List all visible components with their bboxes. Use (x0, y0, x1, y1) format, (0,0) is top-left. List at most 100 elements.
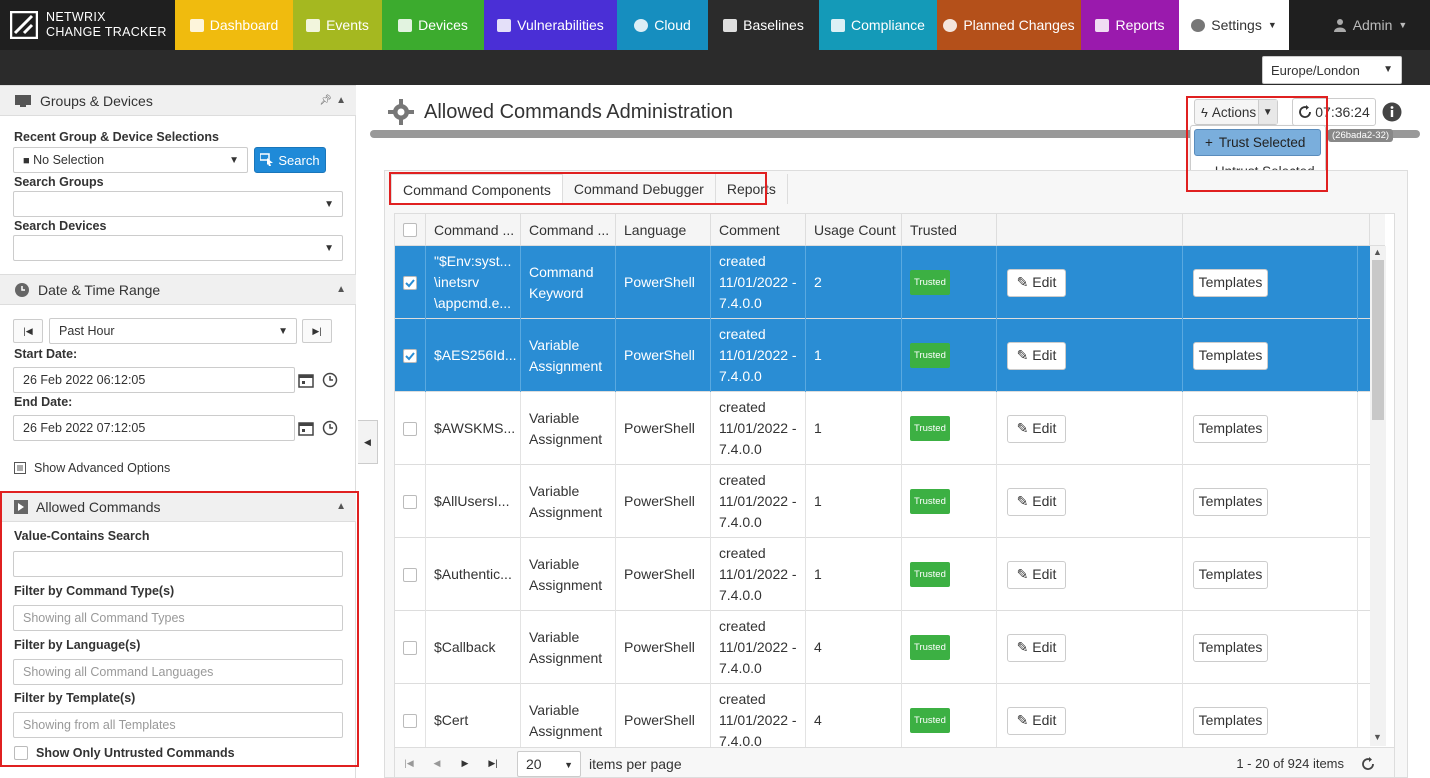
table-row[interactable]: $AWSKMS... Variable Assignment PowerShell c… (395, 392, 1370, 465)
recent-selections-select[interactable]: ■ No Selection ▼ (13, 147, 248, 173)
search-button[interactable]: Search (254, 147, 326, 173)
nav-tab-baselines[interactable]: Baselines (708, 0, 819, 50)
tab-command-debugger[interactable]: Command Debugger (562, 174, 716, 204)
calendar-icon[interactable] (298, 372, 314, 388)
end-date-input[interactable]: 26 Feb 2022 07:12:05 (13, 415, 295, 441)
start-date-input[interactable]: 26 Feb 2022 06:12:05 (13, 367, 295, 393)
clock-icon[interactable] (322, 372, 338, 388)
edit-button[interactable]: ✎ Edit (1007, 487, 1066, 516)
actions-main[interactable]: ϟ Actions (1195, 105, 1258, 120)
pin-icon[interactable]: 📌︎ (319, 95, 332, 106)
nav-tab-vulnerabilities[interactable]: Vulnerabilities (484, 0, 617, 50)
collapse-icon[interactable]: ▲ (336, 501, 346, 512)
tab-strip: Command Components Command Debugger Repo… (391, 174, 788, 206)
edit-button[interactable]: ✎ Edit (1007, 706, 1066, 735)
column-header[interactable] (1183, 214, 1370, 246)
info-icon[interactable] (1382, 102, 1402, 122)
refresh-clock-button[interactable]: 07:36:24 (1292, 98, 1376, 126)
row-checkbox[interactable] (403, 421, 417, 436)
first-page-button[interactable]: |◀ (395, 752, 423, 776)
row-checkbox[interactable] (403, 348, 417, 363)
collapse-panel-button[interactable]: ◀ (358, 420, 378, 464)
column-header[interactable]: Comment (711, 214, 806, 246)
table-row[interactable]: $Authentic... Variable Assignment PowerShe… (395, 538, 1370, 611)
table-row[interactable]: $Callback Variable Assignment PowerShell cr… (395, 611, 1370, 684)
nav-tab-devices[interactable]: Devices (382, 0, 484, 50)
row-checkbox[interactable] (403, 713, 417, 728)
value-search-input[interactable] (13, 551, 343, 577)
scroll-down-icon[interactable]: ▼ (1373, 732, 1382, 742)
nav-tab-events[interactable]: Events (293, 0, 382, 50)
edit-button[interactable]: ✎ Edit (1007, 633, 1066, 662)
column-header[interactable]: Usage Count (806, 214, 902, 246)
next-page-button[interactable]: ▶ (451, 752, 479, 776)
column-header[interactable] (997, 214, 1183, 246)
table-row[interactable]: "$Env:syst... \inetsrv \appcmd.e... Comma… (395, 246, 1370, 319)
scroll-up-icon[interactable]: ▲ (1373, 247, 1382, 257)
trust-selected-item[interactable]: + Trust Selected (1194, 129, 1321, 156)
page-size-label: items per page (589, 755, 682, 772)
tab-command-components[interactable]: Command Components (391, 174, 563, 204)
row-checkbox[interactable] (403, 494, 417, 509)
admin-menu[interactable]: Admin ▼ (1310, 0, 1430, 50)
allowed-commands-header[interactable]: Allowed Commands ▲ (0, 491, 356, 522)
edit-button[interactable]: ✎ Edit (1007, 341, 1066, 370)
vertical-scrollbar[interactable]: ▲ ▼ (1370, 246, 1386, 746)
clock-icon[interactable] (322, 420, 338, 436)
brand-logo[interactable]: NETWRIX CHANGE TRACKER (0, 0, 175, 50)
templates-button[interactable]: Templates (1193, 487, 1268, 516)
nav-tab-cloud[interactable]: Cloud (617, 0, 708, 50)
column-header[interactable]: Trusted (902, 214, 997, 246)
calendar-icon[interactable] (298, 420, 314, 436)
untrusted-only-option[interactable]: Show Only Untrusted Commands (14, 746, 235, 760)
advanced-options-toggle[interactable]: Show Advanced Options (14, 461, 170, 475)
collapse-icon[interactable]: ▲ (336, 95, 346, 106)
templates-button[interactable]: Templates (1193, 268, 1268, 297)
actions-dropdown-toggle[interactable]: ▼ (1257, 100, 1277, 124)
templates-button[interactable]: Templates (1193, 341, 1268, 370)
edit-button[interactable]: ✎ Edit (1007, 560, 1066, 589)
row-checkbox[interactable] (403, 275, 417, 290)
range-prev-button[interactable]: |◀ (13, 319, 43, 343)
column-header[interactable]: Command ... (521, 214, 616, 246)
templates-button[interactable]: Templates (1193, 633, 1268, 662)
search-devices-select[interactable]: ▼ (13, 235, 343, 261)
tab-reports[interactable]: Reports (715, 174, 788, 204)
nav-tab-reports[interactable]: Reports (1081, 0, 1179, 50)
prev-page-button[interactable]: ◀ (423, 752, 451, 776)
column-header[interactable]: Language (616, 214, 711, 246)
refresh-icon[interactable] (1360, 756, 1376, 772)
actions-button[interactable]: ϟ Actions ▼ (1194, 99, 1278, 125)
scroll-thumb[interactable] (1372, 260, 1384, 420)
select-all-checkbox[interactable] (403, 223, 417, 237)
nav-tab-planned-changes[interactable]: Planned Changes (937, 0, 1081, 50)
nav-tab-compliance[interactable]: Compliance (819, 0, 937, 50)
row-checkbox[interactable] (403, 640, 417, 655)
command-type-cell: Variable Assignment (521, 611, 616, 684)
search-groups-select[interactable]: ▼ (13, 191, 343, 217)
table-row[interactable]: $AllUsersI... Variable Assignment PowerShe… (395, 465, 1370, 538)
language-filter[interactable]: Showing all Command Languages (13, 659, 343, 685)
usage-count-cell-text: 4 (814, 712, 822, 728)
range-select[interactable]: Past Hour ▼ (49, 318, 297, 344)
nav-tab-dashboard[interactable]: Dashboard (175, 0, 293, 50)
edit-button[interactable]: ✎ Edit (1007, 268, 1066, 297)
groups-devices-header[interactable]: Groups & Devices 📌︎ ▲ (0, 85, 356, 116)
edit-button[interactable]: ✎ Edit (1007, 414, 1066, 443)
timezone-select[interactable]: Europe/London ▼ (1262, 56, 1402, 84)
templates-button[interactable]: Templates (1193, 706, 1268, 735)
column-header[interactable]: Command ... (426, 214, 521, 246)
template-filter[interactable]: Showing from all Templates (13, 712, 343, 738)
templates-button[interactable]: Templates (1193, 560, 1268, 589)
date-range-header[interactable]: Date & Time Range ▲ (0, 274, 356, 305)
row-checkbox[interactable] (403, 567, 417, 582)
collapse-icon[interactable]: ▲ (336, 284, 346, 295)
templates-button[interactable]: Templates (1193, 414, 1268, 443)
range-next-button[interactable]: ▶| (302, 319, 332, 343)
nav-tab-settings[interactable]: Settings ▼ (1179, 0, 1289, 50)
untrusted-only-checkbox[interactable] (14, 746, 28, 760)
table-row[interactable]: $AES256Id... Variable Assignment PowerShel… (395, 319, 1370, 392)
last-page-button[interactable]: ▶| (479, 752, 507, 776)
page-size-select[interactable]: 20 ▼ (517, 750, 581, 777)
command-type-filter[interactable]: Showing all Command Types (13, 605, 343, 631)
